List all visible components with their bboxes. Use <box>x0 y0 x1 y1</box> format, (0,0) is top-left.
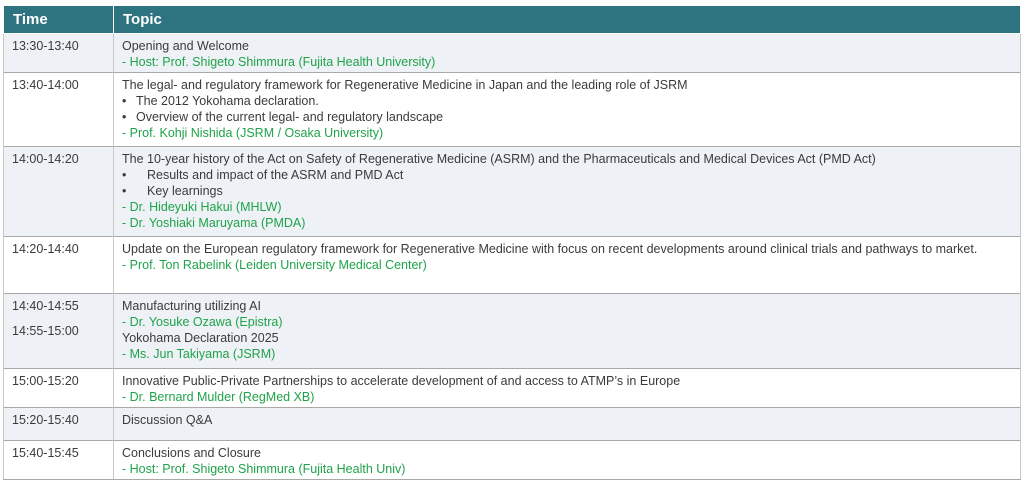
time-cell: 14:20-14:40 <box>3 236 114 294</box>
table-row: 14:40-14:55 14:55-15:00 Manufacturing ut… <box>3 293 1021 369</box>
time-cell: 14:40-14:55 14:55-15:00 <box>3 293 114 369</box>
bullet-glyph: • <box>122 110 127 124</box>
bullet-item: • Results and impact of the ASRM and PMD … <box>122 168 404 182</box>
topic-cell: The 10-year history of the Act on Safety… <box>113 146 1021 237</box>
time-cell: 13:30-13:40 <box>3 33 114 73</box>
topic-title: Opening and Welcome <box>122 39 249 53</box>
table-row: 13:40-14:00 The legal- and regulatory fr… <box>3 72 1021 147</box>
header-time: Time <box>3 5 114 34</box>
speaker: - Dr. Bernard Mulder (RegMed XB) <box>122 390 315 404</box>
bullet-glyph: • <box>122 94 127 108</box>
time-cell: 14:00-14:20 <box>3 146 114 237</box>
table-row: 13:30-13:40 Opening and Welcome - Host: … <box>3 33 1021 73</box>
topic-cell: Opening and Welcome - Host: Prof. Shiget… <box>113 33 1021 73</box>
header-row: Time Topic <box>3 5 1021 34</box>
speaker: - Dr. Yoshiaki Maruyama (PMDA) <box>122 216 306 230</box>
time-second: 14:55-15:00 <box>12 324 79 338</box>
topic-title: Update on the European regulatory framew… <box>122 242 978 256</box>
table-row: 15:00-15:20 Innovative Public-Private Pa… <box>3 368 1021 408</box>
speaker: - Dr. Hideyuki Hakui (MHLW) <box>122 200 282 214</box>
topic-title: Conclusions and Closure <box>122 446 261 460</box>
table-row: 15:40-15:45 Conclusions and Closure - Ho… <box>3 440 1021 480</box>
topic-cell: Innovative Public-Private Partnerships t… <box>113 368 1021 408</box>
bullet-glyph: • <box>122 168 127 182</box>
bullet-item: • Key learnings <box>122 184 223 198</box>
speaker: - Dr. Yosuke Ozawa (Epistra) <box>122 315 283 329</box>
topic-cell: Manufacturing utilizing AI - Dr. Yosuke … <box>113 293 1021 369</box>
time-cell: 13:40-14:00 <box>3 72 114 147</box>
topic-title: Discussion Q&A <box>122 413 213 427</box>
speaker: - Ms. Jun Takiyama (JSRM) <box>122 347 276 361</box>
topic-cell: Conclusions and Closure - Host: Prof. Sh… <box>113 440 1021 480</box>
topic-title: Yokohama Declaration 2025 <box>122 331 279 345</box>
time-cell: 15:20-15:40 <box>3 407 114 441</box>
speaker: - Host: Prof. Shigeto Shimmura (Fujita H… <box>122 55 436 69</box>
speaker: - Host: Prof. Shigeto Shimmura (Fujita H… <box>122 462 406 476</box>
topic-cell: The legal- and regulatory framework for … <box>113 72 1021 147</box>
time-cell: 15:00-15:20 <box>3 368 114 408</box>
topic-title: Innovative Public-Private Partnerships t… <box>122 374 681 388</box>
table-row: 15:20-15:40 Discussion Q&A <box>3 407 1021 441</box>
speaker: - Prof. Ton Rabelink (Leiden University … <box>122 258 427 272</box>
topic-title: The legal- and regulatory framework for … <box>122 78 688 92</box>
bullet-item: • Overview of the current legal- and regu… <box>122 110 444 124</box>
speaker: - Prof. Kohji Nishida (JSRM / Osaka Univ… <box>122 126 384 140</box>
topic-cell: Update on the European regulatory framew… <box>113 236 1021 294</box>
topic-cell: Discussion Q&A <box>113 407 1021 441</box>
bullet-item: • The 2012 Yokohama declaration. <box>122 94 319 108</box>
agenda-table: Time Topic 13:30-13:40 Opening and Welco… <box>3 5 1021 480</box>
table-row: 14:00-14:20 The 10-year history of the A… <box>3 146 1021 237</box>
header-topic: Topic <box>113 5 1021 34</box>
time-cell: 15:40-15:45 <box>3 440 114 480</box>
topic-title: Manufacturing utilizing AI <box>122 299 261 313</box>
bullet-glyph: • <box>122 184 127 198</box>
table-row: 14:20-14:40 Update on the European regul… <box>3 236 1021 294</box>
topic-title: The 10-year history of the Act on Safety… <box>122 152 876 166</box>
